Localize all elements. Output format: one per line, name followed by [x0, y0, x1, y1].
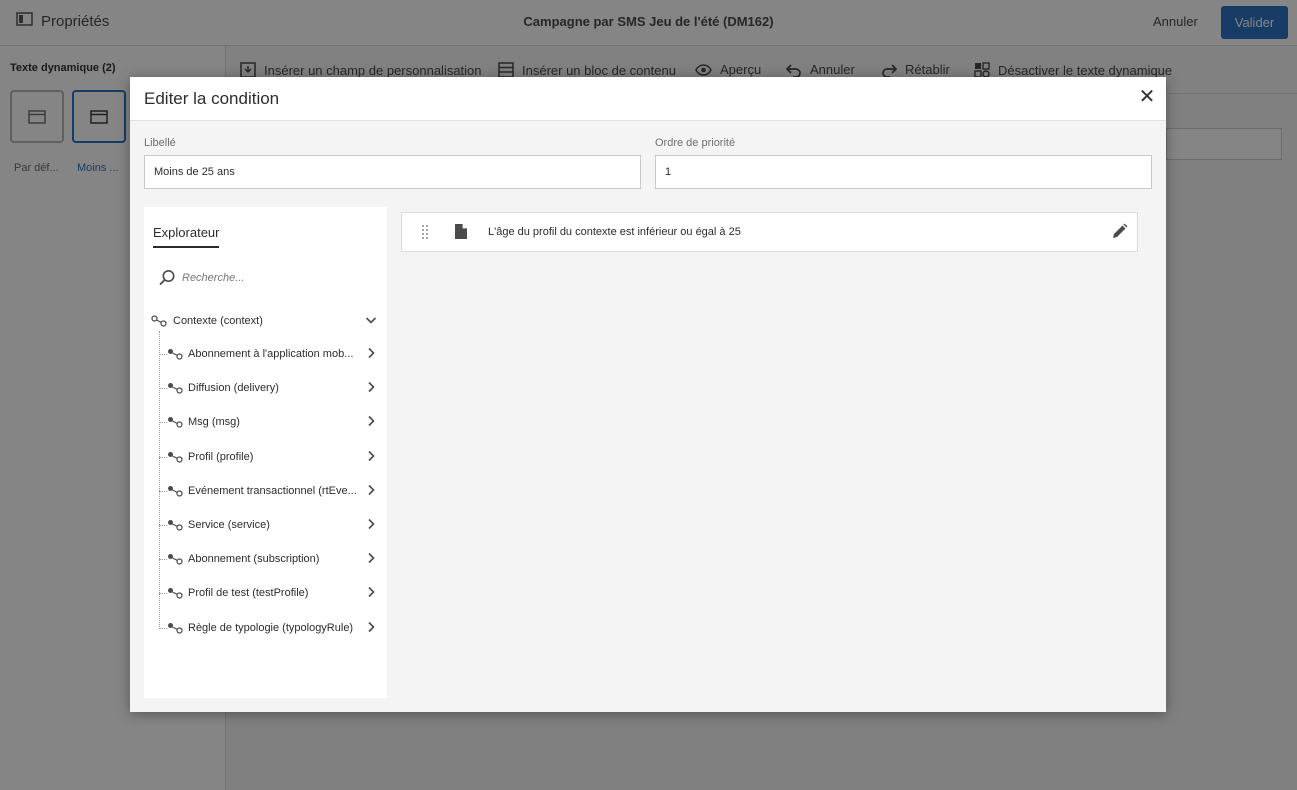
- tree-item-label: Profil de test (testProfile): [188, 587, 309, 599]
- link-node-icon: [168, 623, 183, 634]
- condition-text: L'âge du profil du contexte est inférieu…: [488, 226, 741, 238]
- explorer-panel: Explorateur Contexte (context) Abonnemen…: [144, 207, 387, 698]
- tree-root-label: Contexte (context): [173, 315, 263, 327]
- link-node-icon: [168, 383, 183, 394]
- document-icon: [455, 224, 467, 239]
- priority-field-label: Ordre de priorité: [655, 137, 736, 149]
- tree-item[interactable]: Profil (profile): [159, 447, 381, 467]
- edit-condition-dialog: Editer la condition ✕ Libellé Ordre de p…: [130, 77, 1166, 712]
- tree-item-label: Profil (profile): [188, 451, 254, 463]
- chevron-right-icon[interactable]: [365, 552, 377, 564]
- link-node-icon: [168, 554, 183, 565]
- label-field-label: Libellé: [144, 137, 176, 149]
- link-node-icon: [151, 315, 167, 327]
- tree-item-label: Règle de typologie (typologyRule): [188, 622, 354, 634]
- drag-handle-icon[interactable]: [421, 224, 429, 240]
- pencil-icon[interactable]: [1111, 223, 1128, 240]
- explorer-search: [158, 267, 368, 289]
- tree-item-label: Abonnement à l'application mob...: [188, 348, 354, 360]
- chevron-down-icon[interactable]: [365, 314, 377, 326]
- chevron-right-icon[interactable]: [365, 415, 377, 427]
- tree-root-context[interactable]: Contexte (context): [151, 311, 381, 331]
- chevron-right-icon[interactable]: [365, 586, 377, 598]
- dialog-header: Editer la condition ✕: [130, 77, 1166, 121]
- search-input[interactable]: [182, 272, 362, 284]
- chevron-right-icon[interactable]: [365, 381, 377, 393]
- priority-input[interactable]: [655, 155, 1152, 189]
- tree-item[interactable]: Abonnement (subscription): [159, 549, 381, 569]
- tree-item[interactable]: Abonnement à l'application mob...: [159, 344, 381, 364]
- link-node-icon: [168, 588, 183, 599]
- condition-row[interactable]: L'âge du profil du contexte est inférieu…: [401, 212, 1138, 252]
- tree-item[interactable]: Profil de test (testProfile): [159, 583, 381, 603]
- tree-item-label: Abonnement (subscription): [188, 553, 320, 565]
- label-input[interactable]: [144, 155, 641, 189]
- close-icon[interactable]: ✕: [1138, 87, 1156, 108]
- search-icon: [159, 270, 175, 286]
- tree-item-label: Msg (msg): [188, 416, 240, 428]
- tree-item-label: Diffusion (delivery): [188, 382, 279, 394]
- tree-item[interactable]: Msg (msg): [159, 412, 381, 432]
- tree-item[interactable]: Diffusion (delivery): [159, 378, 381, 398]
- tree-item[interactable]: Règle de typologie (typologyRule): [159, 618, 381, 638]
- tree-item[interactable]: Evénement transactionnel (rtEve...: [159, 481, 381, 501]
- chevron-right-icon[interactable]: [365, 450, 377, 462]
- tree-item-label: Service (service): [188, 519, 270, 531]
- link-node-icon: [168, 349, 183, 360]
- tree-item-label: Evénement transactionnel (rtEve...: [188, 485, 357, 497]
- link-node-icon: [168, 417, 183, 428]
- link-node-icon: [168, 520, 183, 531]
- link-node-icon: [168, 452, 183, 463]
- chevron-right-icon[interactable]: [365, 347, 377, 359]
- chevron-right-icon[interactable]: [365, 518, 377, 530]
- chevron-right-icon[interactable]: [365, 621, 377, 633]
- chevron-right-icon[interactable]: [365, 484, 377, 496]
- dialog-title: Editer la condition: [144, 89, 280, 108]
- link-node-icon: [168, 486, 183, 497]
- tree-item[interactable]: Service (service): [159, 515, 381, 535]
- tab-explorer[interactable]: Explorateur: [153, 225, 220, 248]
